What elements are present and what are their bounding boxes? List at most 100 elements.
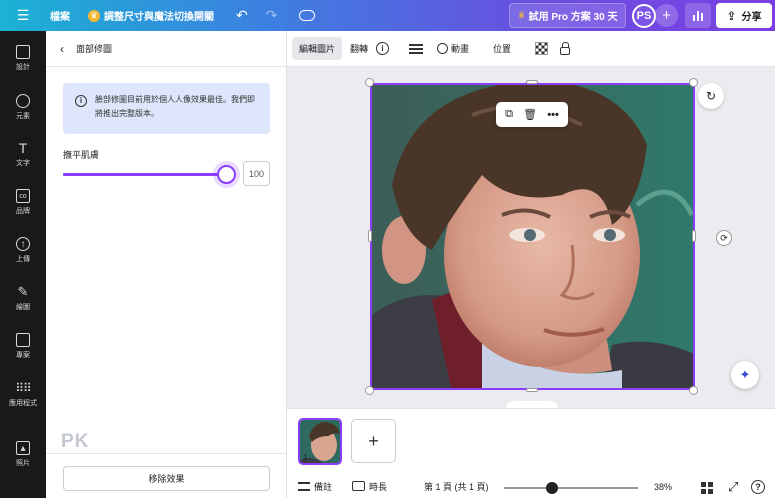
panel-title: 面部修圖 bbox=[76, 44, 113, 54]
zoom-level[interactable]: 38% bbox=[654, 482, 672, 492]
zoom-slider-track[interactable] bbox=[504, 487, 638, 489]
face-retouch-panel: ‹ 面部修圖 i 臉部修圖目前用於個人人像效果最佳。我們即將推出完整版本。 撫平… bbox=[46, 31, 287, 498]
resize-handle-bottom[interactable] bbox=[526, 388, 538, 392]
rail-label: 繪圖 bbox=[16, 304, 30, 311]
rail-item-uploads[interactable]: ↑ 上傳 bbox=[0, 237, 46, 264]
rail-item-design[interactable]: 設計 bbox=[0, 45, 46, 72]
transparency-icon[interactable] bbox=[535, 42, 549, 55]
rail-item-text[interactable]: T 文字 bbox=[0, 140, 46, 168]
info-icon: i bbox=[75, 95, 87, 107]
animate-label: 動畫 bbox=[451, 44, 470, 54]
edit-image-button[interactable]: 編輯圖片 bbox=[292, 37, 343, 60]
rail-label: 元素 bbox=[16, 113, 30, 120]
status-bar: 備註 時長 第 1 頁 (共 1 頁) 38% ⤢ ? bbox=[287, 474, 775, 498]
portrait-photo bbox=[372, 85, 693, 388]
position-button[interactable]: 位置 bbox=[493, 42, 511, 55]
lock-icon[interactable] bbox=[560, 41, 571, 55]
brand-icon: co bbox=[16, 189, 30, 203]
upload-cloud-icon: ↑ bbox=[16, 237, 30, 251]
draw-icon: ✎ bbox=[17, 284, 29, 299]
undo-icon[interactable]: ↶ bbox=[236, 7, 248, 24]
folder-icon bbox=[16, 333, 30, 347]
more-options-icon[interactable]: ••• bbox=[547, 109, 559, 121]
resize-handle-tl[interactable] bbox=[365, 78, 374, 87]
zoom-slider-handle[interactable] bbox=[546, 482, 558, 494]
text-icon: T bbox=[18, 140, 28, 156]
duplicate-icon[interactable]: ⧉ bbox=[505, 108, 513, 121]
flip-button[interactable]: 翻轉 bbox=[350, 42, 368, 55]
rail-item-projects[interactable]: 專案 bbox=[0, 333, 46, 360]
rail-item-photos[interactable]: ▴ 照片 bbox=[0, 441, 46, 468]
rail-label: 文字 bbox=[16, 160, 30, 167]
info-icon[interactable]: i bbox=[376, 42, 390, 55]
crown-icon: ♛ bbox=[88, 9, 100, 22]
resize-handle-top[interactable] bbox=[526, 80, 538, 84]
element-quick-actions: ⧉ 🗑 ••• bbox=[496, 102, 568, 127]
magic-sparkle-icon[interactable]: ✦ bbox=[731, 361, 759, 389]
rail-item-brand[interactable]: co 品牌 bbox=[0, 189, 46, 216]
resize-handle-bl[interactable] bbox=[365, 386, 374, 395]
avatar[interactable]: PS bbox=[632, 4, 656, 28]
share-label: 分享 bbox=[741, 12, 762, 23]
trash-icon[interactable]: 🗑 bbox=[523, 108, 537, 121]
resize-handle-tr[interactable] bbox=[689, 78, 698, 87]
animate-icon bbox=[437, 43, 449, 54]
page-thumbnail[interactable]: 1 bbox=[298, 418, 342, 465]
remove-effect-button[interactable]: 移除效果 bbox=[63, 466, 270, 491]
resize-handle-br[interactable] bbox=[689, 386, 698, 395]
shapes-icon bbox=[16, 94, 30, 108]
try-pro-button[interactable]: ♛ 試用 Pro 方案 30 天 bbox=[509, 3, 626, 28]
smooth-skin-slider-track[interactable] bbox=[63, 173, 225, 176]
insights-chart-icon[interactable] bbox=[685, 3, 711, 28]
info-notice: i 臉部修圖目前用於個人人像效果最佳。我們即將推出完整版本。 bbox=[63, 83, 270, 134]
photo-icon: ▴ bbox=[16, 441, 30, 455]
invite-plus-button[interactable]: + bbox=[655, 4, 678, 27]
watermark-text: PK bbox=[61, 431, 90, 452]
rail-label: 專案 bbox=[16, 352, 30, 359]
rotate-icon[interactable]: ⟳ bbox=[716, 230, 732, 246]
animate-button[interactable]: 動畫 bbox=[437, 42, 469, 55]
rail-label: 照片 bbox=[16, 460, 30, 467]
duration-button[interactable]: 時長 bbox=[352, 480, 387, 493]
redo-icon[interactable]: ↷ bbox=[266, 7, 278, 24]
left-rail: 設計 元素 T 文字 co 品牌 ↑ 上傳 ✎ 繪圖 專案 ⠿⠿ 應用程式 ▴ … bbox=[0, 31, 46, 498]
rail-label: 品牌 bbox=[16, 208, 30, 215]
layout-icon bbox=[16, 45, 30, 59]
selected-portrait-image[interactable] bbox=[370, 83, 695, 390]
try-pro-label: 試用 Pro 方案 30 天 bbox=[528, 12, 618, 23]
page-indicator[interactable]: 第 1 頁 (共 1 頁) bbox=[424, 480, 489, 493]
file-menu-button[interactable]: 檔案 bbox=[50, 8, 70, 23]
pages-strip: 1 + bbox=[287, 408, 775, 474]
canvas-area: ⧉ 🗑 ••• ↻ ⟳ ✦ ⌄ bbox=[287, 67, 775, 413]
resize-button[interactable]: ♛ 調整尺寸與魔法切換開關 bbox=[88, 8, 214, 23]
resize-handle-left[interactable] bbox=[368, 230, 372, 242]
help-icon[interactable]: ? bbox=[751, 480, 765, 494]
rail-item-draw[interactable]: ✎ 繪圖 bbox=[0, 284, 46, 312]
refresh-comment-icon[interactable]: ↻ bbox=[698, 83, 724, 109]
rail-label: 應用程式 bbox=[9, 400, 37, 407]
cloud-save-icon[interactable] bbox=[299, 10, 316, 21]
smooth-skin-value-input[interactable]: 100 bbox=[243, 161, 270, 186]
notes-button[interactable]: 備註 bbox=[298, 480, 332, 493]
crown-icon: ♛ bbox=[517, 10, 526, 20]
duration-label: 時長 bbox=[369, 481, 388, 492]
fullscreen-icon[interactable]: ⤢ bbox=[728, 479, 738, 495]
grid-view-icon[interactable] bbox=[701, 482, 713, 494]
back-chevron-icon[interactable]: ‹ bbox=[60, 42, 64, 56]
menu-icon[interactable]: ☰ bbox=[0, 7, 46, 24]
rail-item-apps[interactable]: ⠿⠿ 應用程式 bbox=[0, 381, 46, 408]
smooth-skin-slider-handle[interactable] bbox=[217, 165, 236, 184]
page-number: 1 bbox=[303, 453, 308, 462]
rail-label: 設計 bbox=[16, 64, 30, 71]
share-button[interactable]: ⇪ 分享 bbox=[716, 3, 772, 28]
notes-icon bbox=[298, 481, 310, 491]
resize-handle-right[interactable] bbox=[692, 230, 696, 242]
smooth-skin-label: 撫平肌膚 bbox=[63, 150, 100, 160]
pk-watermark: PK bbox=[61, 431, 89, 453]
panel-header: ‹ 面部修圖 bbox=[46, 31, 286, 67]
add-page-button[interactable]: + bbox=[351, 419, 396, 463]
rail-item-elements[interactable]: 元素 bbox=[0, 94, 46, 121]
slider-fill bbox=[63, 173, 225, 176]
border-style-icon[interactable] bbox=[409, 43, 424, 54]
rail-label: 上傳 bbox=[16, 256, 30, 263]
